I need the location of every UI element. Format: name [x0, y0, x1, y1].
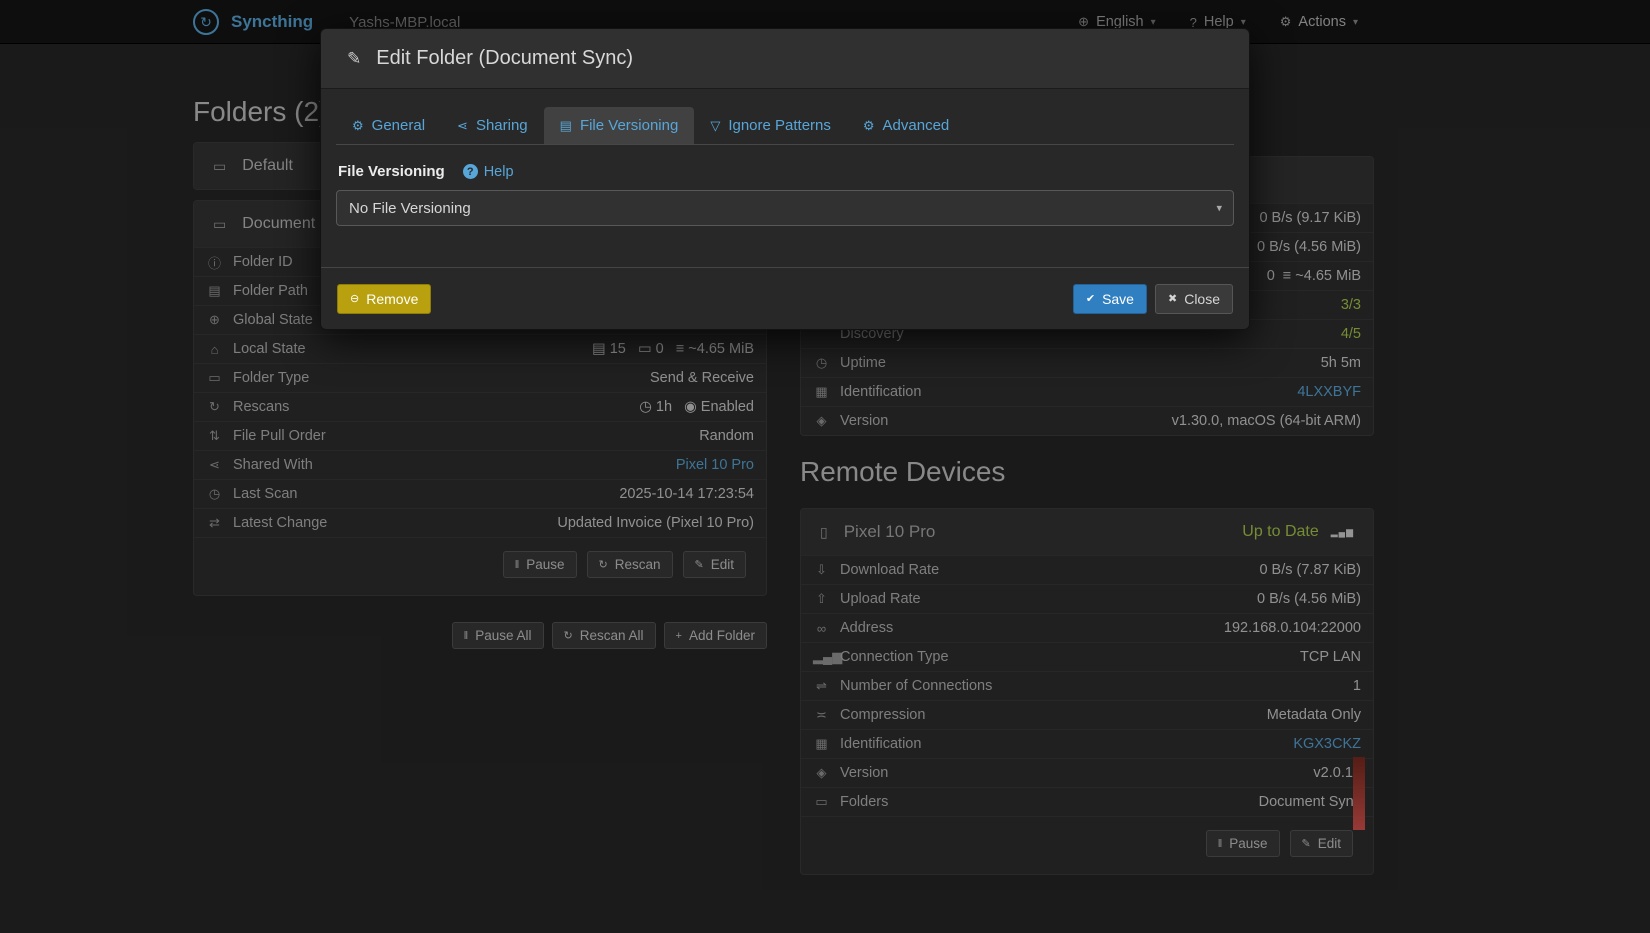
save-button[interactable]: ✔ Save [1073, 284, 1147, 314]
tab-sharing[interactable]: ⋖ Sharing [441, 107, 544, 144]
versioning-select[interactable]: No File Versioning [336, 190, 1234, 226]
tab-file-versioning[interactable]: ▤ File Versioning [544, 107, 695, 144]
minus-circle-icon: ⊖ [350, 292, 359, 305]
file-versioning-label: File Versioning [338, 163, 445, 180]
check-icon: ✔ [1086, 292, 1095, 305]
tab-label: General [372, 117, 425, 134]
remove-label: Remove [366, 291, 418, 307]
modal-footer: ⊖ Remove ✔ Save ✖ Close [321, 267, 1249, 329]
edit-folder-modal: ✎ Edit Folder (Document Sync) ⚙ General ⋖ S… [320, 28, 1250, 330]
modal-tabs: ⚙ General ⋖ Sharing ▤ File Versioning ▽ Ignore … [336, 107, 1234, 145]
filter-icon: ▽ [710, 118, 720, 134]
tab-general[interactable]: ⚙ General [336, 107, 441, 144]
gear-icon: ⚙ [352, 118, 364, 134]
tab-label: Ignore Patterns [728, 117, 831, 134]
tab-ignore-patterns[interactable]: ▽ Ignore Patterns [694, 107, 847, 144]
close-icon: ✖ [1168, 292, 1177, 305]
versioning-icon: ▤ [560, 118, 572, 134]
close-label: Close [1184, 291, 1220, 307]
help-label: Help [484, 164, 514, 180]
remove-button[interactable]: ⊖ Remove [337, 284, 431, 314]
close-button[interactable]: ✖ Close [1155, 284, 1233, 314]
modal-title: Edit Folder (Document Sync) [376, 47, 633, 70]
share-icon: ⋖ [457, 118, 468, 134]
modal-header: ✎ Edit Folder (Document Sync) [321, 29, 1249, 89]
save-label: Save [1102, 291, 1134, 307]
tab-label: File Versioning [580, 117, 678, 134]
help-link[interactable]: ? Help [463, 164, 514, 180]
gears-icon: ⚙ [863, 118, 875, 134]
tab-label: Advanced [883, 117, 950, 134]
tab-advanced[interactable]: ⚙ Advanced [847, 107, 965, 144]
tab-label: Sharing [476, 117, 528, 134]
question-icon: ? [463, 164, 478, 179]
pencil-icon: ✎ [347, 49, 361, 69]
modal-body: ⚙ General ⋖ Sharing ▤ File Versioning ▽ Ignore … [321, 89, 1249, 267]
app: ↻ Syncthing Yashs-MBP.local ⊕English▾?He… [0, 0, 1650, 933]
